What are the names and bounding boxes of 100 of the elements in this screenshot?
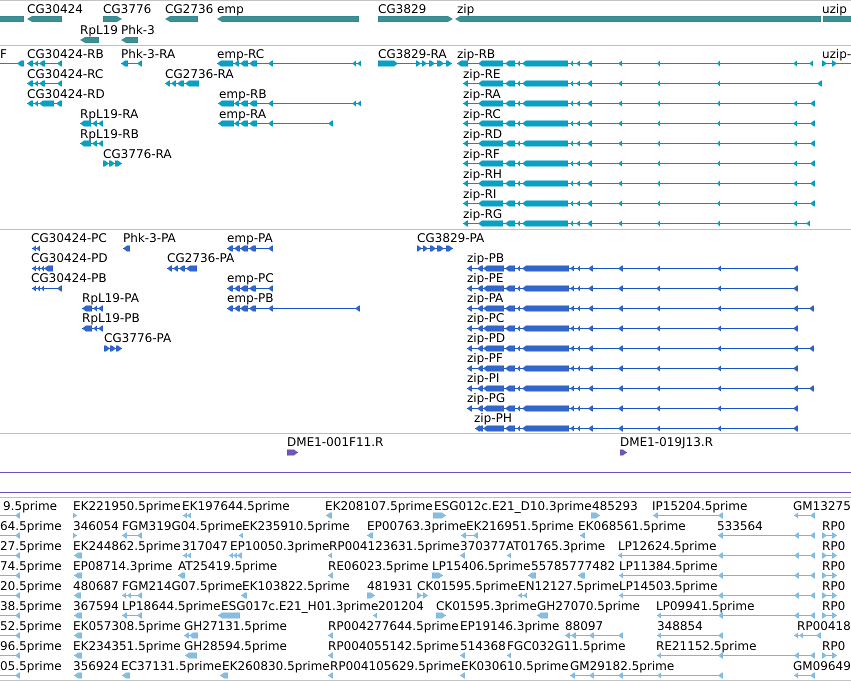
protein-feature[interactable] — [467, 266, 798, 272]
est-feature[interactable] — [565, 632, 623, 638]
transcript-feature[interactable] — [165, 80, 199, 86]
protein-feature[interactable] — [82, 326, 103, 332]
protein-feature[interactable] — [467, 286, 798, 292]
est-feature[interactable] — [0, 592, 20, 598]
clone-feature[interactable] — [287, 450, 298, 456]
transcript-feature[interactable] — [463, 80, 822, 86]
gene-feature[interactable] — [80, 37, 99, 43]
est-feature[interactable] — [518, 592, 527, 598]
est-feature[interactable] — [73, 512, 77, 518]
est-feature[interactable] — [461, 532, 478, 538]
transcript-feature[interactable] — [463, 140, 815, 146]
est-feature[interactable] — [74, 652, 82, 658]
est-feature[interactable] — [528, 572, 536, 578]
est-feature[interactable] — [74, 552, 82, 558]
est-feature[interactable] — [74, 672, 82, 678]
est-feature[interactable] — [432, 572, 443, 578]
est-feature[interactable] — [657, 632, 723, 638]
transcript-feature[interactable] — [0, 60, 24, 66]
est-feature[interactable] — [183, 552, 191, 558]
est-feature[interactable] — [537, 612, 548, 618]
est-feature[interactable] — [718, 532, 815, 538]
transcript-feature[interactable] — [80, 120, 103, 126]
est-feature[interactable] — [653, 512, 723, 518]
protein-feature[interactable] — [123, 246, 130, 252]
est-feature[interactable] — [122, 532, 142, 538]
transcript-feature[interactable] — [218, 120, 333, 126]
transcript-feature[interactable] — [463, 180, 815, 186]
est-feature[interactable] — [229, 552, 242, 558]
est-feature[interactable] — [328, 632, 333, 638]
est-feature[interactable] — [74, 612, 82, 618]
est-feature[interactable] — [794, 512, 815, 518]
transcript-feature[interactable] — [463, 160, 815, 166]
protein-feature[interactable] — [32, 266, 53, 272]
protein-feature[interactable] — [467, 306, 814, 312]
protein-feature[interactable] — [32, 286, 62, 292]
transcript-feature[interactable] — [457, 60, 813, 66]
protein-feature[interactable] — [227, 246, 273, 252]
est-feature[interactable] — [122, 592, 142, 598]
est-feature[interactable] — [822, 552, 837, 558]
est-feature[interactable] — [0, 512, 20, 518]
est-feature[interactable] — [591, 512, 600, 518]
est-feature[interactable] — [220, 672, 228, 678]
transcript-feature[interactable] — [463, 200, 815, 206]
est-feature[interactable] — [74, 632, 82, 638]
transcript-feature[interactable] — [27, 100, 62, 106]
transcript-feature[interactable] — [378, 60, 452, 66]
est-feature[interactable] — [122, 612, 142, 618]
transcript-feature[interactable] — [822, 60, 851, 66]
est-feature[interactable] — [507, 652, 511, 658]
gene-feature[interactable] — [165, 16, 198, 22]
transcript-feature[interactable] — [103, 160, 122, 166]
est-feature[interactable] — [436, 612, 446, 618]
est-feature[interactable] — [185, 652, 197, 658]
est-feature[interactable] — [0, 532, 20, 538]
est-feature[interactable] — [183, 512, 191, 518]
est-feature[interactable] — [794, 672, 815, 678]
protein-feature[interactable] — [227, 306, 360, 312]
transcript-feature[interactable] — [80, 140, 103, 146]
est-feature[interactable] — [367, 532, 373, 538]
est-feature[interactable] — [618, 552, 815, 558]
est-feature[interactable] — [0, 572, 20, 578]
est-feature[interactable] — [619, 592, 815, 598]
protein-feature[interactable] — [467, 326, 798, 332]
est-feature[interactable] — [822, 652, 837, 658]
est-feature[interactable] — [578, 572, 585, 578]
est-feature[interactable] — [460, 652, 465, 658]
protein-feature[interactable] — [417, 246, 453, 252]
est-feature[interactable] — [241, 592, 247, 598]
est-feature[interactable] — [822, 572, 837, 578]
est-feature[interactable] — [373, 612, 377, 618]
est-feature[interactable] — [0, 632, 20, 638]
transcript-feature[interactable] — [463, 100, 815, 106]
est-feature[interactable] — [0, 552, 20, 558]
transcript-feature[interactable] — [27, 60, 62, 66]
est-feature[interactable] — [822, 592, 837, 598]
est-feature[interactable] — [328, 572, 333, 578]
est-feature[interactable] — [184, 632, 198, 638]
est-feature[interactable] — [328, 552, 332, 558]
est-feature[interactable] — [73, 532, 77, 538]
protein-feature[interactable] — [467, 366, 798, 372]
transcript-feature[interactable] — [218, 100, 361, 106]
est-feature[interactable] — [328, 672, 333, 678]
transcript-feature[interactable] — [121, 60, 142, 66]
est-feature[interactable] — [74, 572, 82, 578]
est-feature[interactable] — [326, 512, 332, 518]
est-feature[interactable] — [122, 672, 130, 678]
est-feature[interactable] — [657, 652, 815, 658]
est-feature[interactable] — [619, 572, 815, 578]
gene-feature[interactable] — [121, 37, 138, 43]
gene-feature[interactable] — [27, 16, 62, 22]
est-feature[interactable] — [657, 612, 815, 618]
protein-feature[interactable] — [227, 286, 273, 292]
protein-feature[interactable] — [167, 266, 197, 272]
protein-feature[interactable] — [32, 246, 40, 252]
est-feature[interactable] — [178, 572, 185, 578]
est-feature[interactable] — [74, 592, 81, 598]
est-feature[interactable] — [794, 632, 821, 638]
transcript-feature[interactable] — [217, 60, 361, 66]
